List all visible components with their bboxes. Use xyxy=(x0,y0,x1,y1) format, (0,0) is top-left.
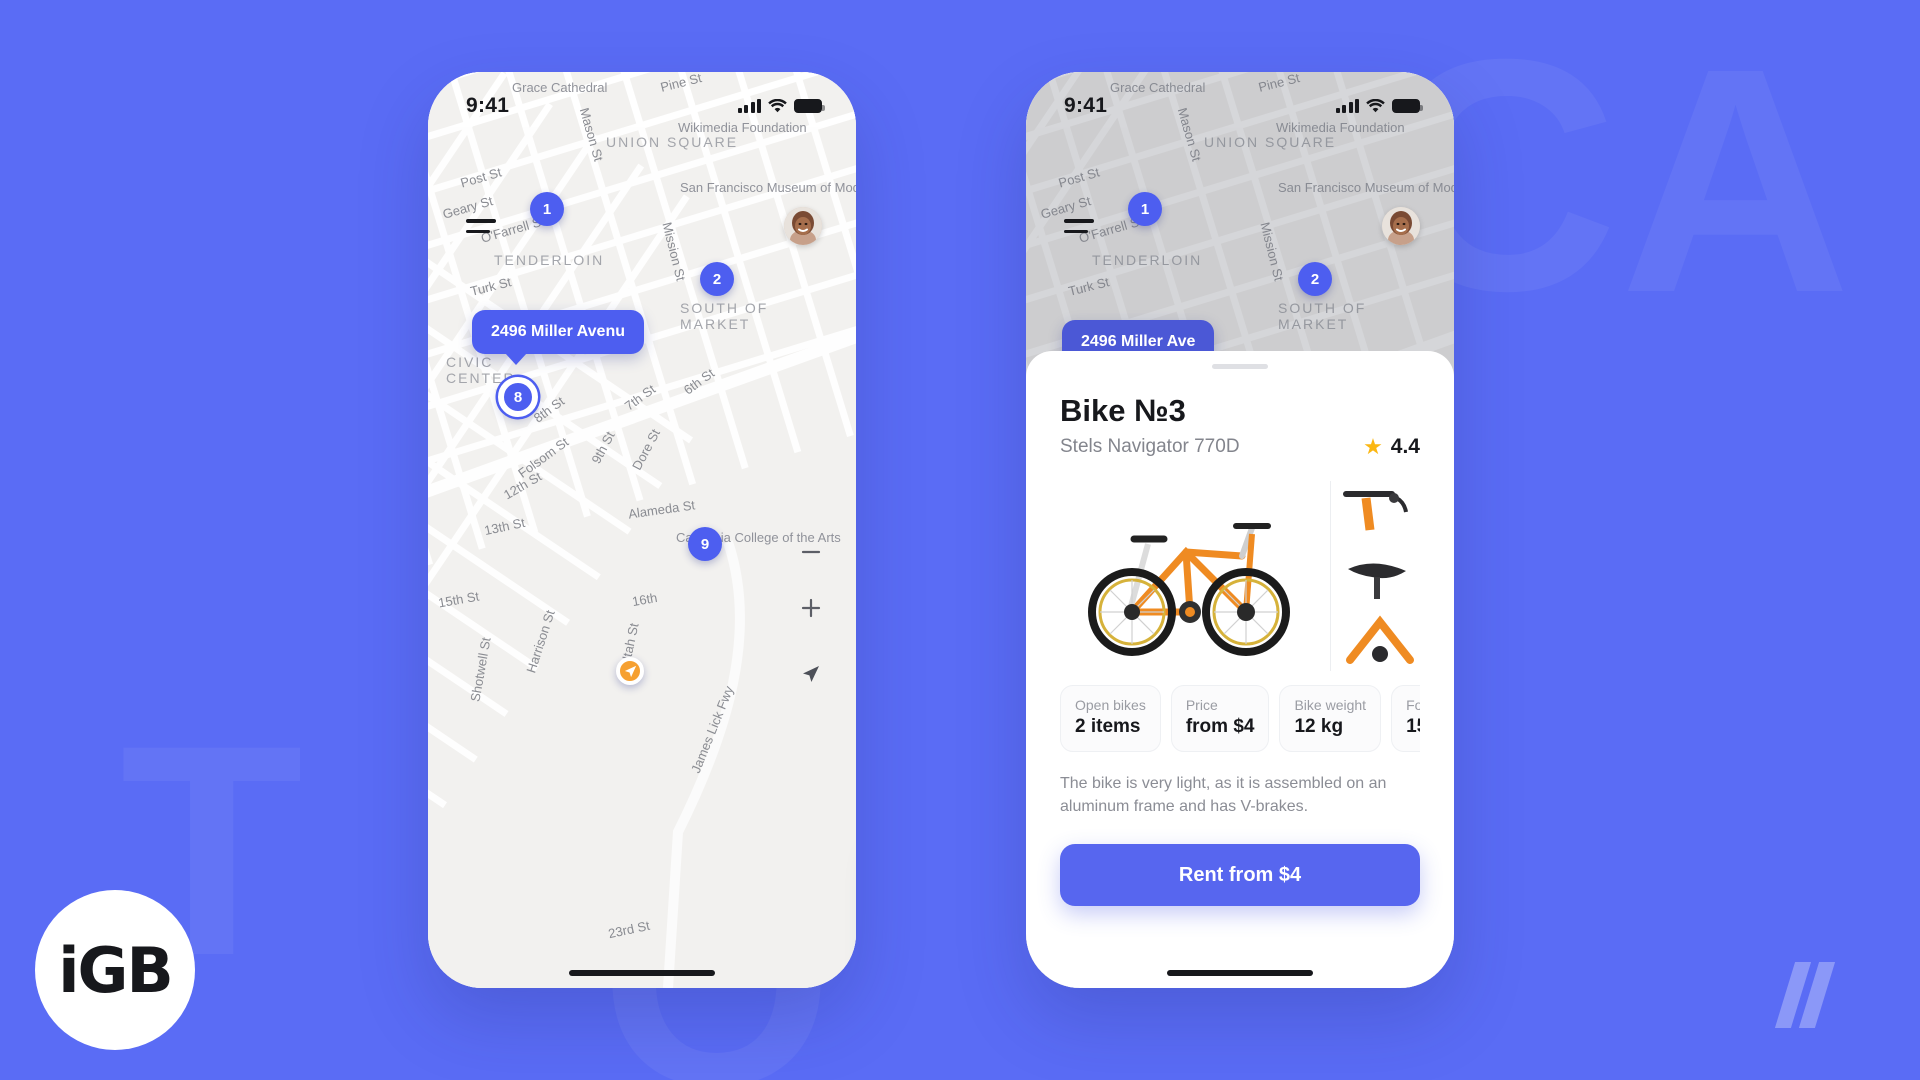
spec-item: Bike weight 12 kg xyxy=(1279,685,1382,752)
gallery-thumbnails xyxy=(1339,481,1420,671)
top-nav-left xyxy=(428,207,856,245)
saddle-illustration xyxy=(1347,563,1406,599)
user-avatar-photo[interactable] xyxy=(1382,207,1420,245)
battery-full-icon xyxy=(1392,99,1423,113)
minus-icon[interactable] xyxy=(796,537,826,567)
watermark-letter-a: A xyxy=(1620,1,1852,359)
map-pin-9[interactable]: 9 xyxy=(688,527,722,561)
slash-decoration xyxy=(1774,962,1836,1028)
spec-value: 2 items xyxy=(1075,716,1141,737)
pin-label: 8 xyxy=(513,388,523,406)
phone-mockup-map-screen: Grace Cathedral Wikimedia Foundation San… xyxy=(428,72,856,988)
map-pin-8-selected[interactable]: 8 xyxy=(498,377,538,417)
pin-label: 2 xyxy=(712,270,722,288)
page-title: Bike №3 xyxy=(1060,393,1186,428)
spec-item: Open bikes 2 items xyxy=(1060,685,1161,752)
map-neighborhood-label: SOUTH OF MARKET xyxy=(1278,300,1367,332)
map-poi-label: San Francisco Museum of Modern Art xyxy=(1278,180,1454,195)
user-avatar-photo[interactable] xyxy=(784,207,822,245)
screen-left: Grace Cathedral Wikimedia Foundation San… xyxy=(428,72,856,988)
status-icon-group xyxy=(1335,99,1423,113)
locate-glyph xyxy=(803,666,819,682)
star-icon: ★ xyxy=(1363,434,1383,459)
subtitle-row: Stels Navigator 770D ★ 4.4 xyxy=(1060,435,1420,459)
map-neighborhood-label: UNION SQUARE xyxy=(1204,134,1337,150)
bike-description: The bike is very light, as it is assembl… xyxy=(1060,775,1387,816)
spec-value: 12 kg xyxy=(1294,716,1344,737)
spec-key: Price xyxy=(1185,697,1218,713)
wifi-icon xyxy=(1366,99,1385,113)
plus-icon[interactable] xyxy=(796,593,826,623)
status-clock: 9:41 xyxy=(466,94,510,117)
spec-item: For hei 155-1 xyxy=(1391,685,1420,752)
navigation-arrow-icon[interactable] xyxy=(796,659,826,689)
avatar-illustration xyxy=(784,207,822,245)
igb-logo-text: iGB xyxy=(58,933,173,1007)
bike-model-subtitle: Stels Navigator 770D xyxy=(1060,436,1240,457)
screen-right: Grace Cathedral Wikimedia Foundation San… xyxy=(1026,72,1454,988)
spec-value: from $4 xyxy=(1185,716,1255,737)
status-bar-left: 9:41 xyxy=(428,72,856,126)
spec-item: Price from $4 xyxy=(1170,685,1270,752)
minus-glyph xyxy=(801,550,821,554)
spec-list: Open bikes 2 items Price from $4 Bike we… xyxy=(1060,685,1420,752)
spec-key: For hei xyxy=(1406,697,1420,713)
sheet-drag-handle[interactable] xyxy=(1212,364,1268,369)
pin-label: 9 xyxy=(700,535,710,553)
phone-mockup-detail-screen: Grace Cathedral Wikimedia Foundation San… xyxy=(1026,72,1454,988)
pin-label: 2 xyxy=(1310,270,1320,288)
navigate-pin-icon[interactable] xyxy=(616,657,644,685)
bike-illustration xyxy=(1088,522,1290,656)
bike-saddle-photo[interactable] xyxy=(1339,546,1420,605)
spec-key: Bike weight xyxy=(1294,697,1367,713)
map-address-tooltip[interactable]: 2496 Miller Avenu xyxy=(472,310,644,365)
rent-button[interactable]: Rent from $4 xyxy=(1060,844,1420,907)
bike-handlebar-photo[interactable] xyxy=(1339,481,1420,540)
signal-bars-icon xyxy=(737,99,761,113)
spec-value: 155-1 xyxy=(1406,716,1420,737)
hamburger-menu-icon[interactable] xyxy=(1064,219,1094,233)
igb-logo-badge: iGB xyxy=(35,890,195,1050)
rating-value: 4.4 xyxy=(1390,435,1420,458)
battery-full-icon xyxy=(794,99,825,113)
map-zoom-controls xyxy=(796,537,826,689)
map-street-label: Turk St xyxy=(1066,274,1111,299)
map-street-label: Post St xyxy=(1056,164,1102,191)
frame-detail-illustration xyxy=(1345,615,1414,665)
status-bar-right: 9:41 xyxy=(1026,72,1454,126)
home-indicator xyxy=(569,970,715,976)
map-pin-2[interactable]: 2 xyxy=(700,262,734,296)
hamburger-menu-icon[interactable] xyxy=(466,219,496,233)
map-pin-2[interactable]: 2 xyxy=(1298,262,1332,296)
status-icon-group xyxy=(737,99,825,113)
top-nav-right xyxy=(1026,207,1454,245)
spec-key: Open bikes xyxy=(1075,697,1146,713)
bike-gallery xyxy=(1060,481,1420,671)
signal-bars-icon xyxy=(1335,99,1359,113)
avatar-illustration xyxy=(1382,207,1420,245)
bike-frame-detail-photo[interactable] xyxy=(1339,612,1420,671)
rating-badge: ★ 4.4 xyxy=(1363,435,1420,459)
home-indicator xyxy=(1167,970,1313,976)
bike-detail-sheet: Bike №3 Stels Navigator 770D ★ 4.4 Open … xyxy=(1026,351,1454,988)
wifi-icon xyxy=(768,99,787,113)
handlebar-illustration xyxy=(1342,490,1408,531)
status-clock: 9:41 xyxy=(1064,94,1108,117)
plus-glyph xyxy=(801,598,821,618)
map-neighborhood-label: TENDERLOIN xyxy=(1092,252,1203,268)
orange-mountain-bike-photo[interactable] xyxy=(1060,481,1331,671)
navigation-arrow-glyph xyxy=(624,665,636,677)
